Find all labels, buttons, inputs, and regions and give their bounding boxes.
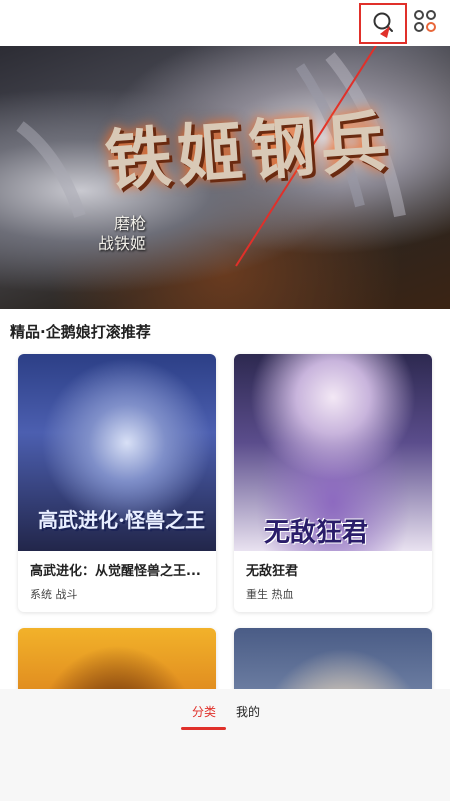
comic-tags: 系统 战斗 <box>30 588 78 601</box>
arrowhead <box>380 26 390 38</box>
comic-tags: 重生 热血 <box>246 588 294 601</box>
comic-cover: 高武进化·怪兽之王 <box>18 354 216 551</box>
grid-icon <box>413 9 437 37</box>
banner-subtitle-line1: 磨枪 <box>114 214 147 233</box>
comic-name: 高武进化：从觉醒怪兽之王... <box>30 564 201 579</box>
comic-cover: 无敌狂君 <box>234 354 432 551</box>
comic-card[interactable]: 无敌狂君 无敌狂君 重生 热血 <box>234 354 432 612</box>
banner-title: 铁姬钢兵 <box>102 102 396 200</box>
active-tab-indicator <box>181 727 226 730</box>
cover-title: 无敌狂君 <box>264 518 369 548</box>
apps-button[interactable] <box>410 8 440 38</box>
tab-mine[interactable]: 我的 <box>236 703 260 720</box>
banner-subtitle-line2: 战铁姬 <box>98 234 147 253</box>
section-title: 精品·企鹅娘打滚推荐 <box>10 323 151 341</box>
cover-title: 高武进化·怪兽之王 <box>38 508 205 532</box>
hero-banner[interactable]: 铁姬钢兵 磨枪 战铁姬 <box>0 46 450 309</box>
comic-card[interactable]: 高武进化·怪兽之王 高武进化：从觉醒怪兽之王... 系统 战斗 <box>18 354 216 612</box>
banner-subtitle: 磨枪 战铁姬 <box>98 214 146 254</box>
tab-category[interactable]: 分类 <box>192 703 216 720</box>
comic-name: 无敌狂君 <box>246 564 299 579</box>
app-screen: 铁姬钢兵 磨枪 战铁姬 精品·企鹅娘打滚推荐 高武进化·怪兽之王 高武进化：从觉… <box>0 0 450 801</box>
bottom-nav: 分类 我的 <box>0 689 450 801</box>
